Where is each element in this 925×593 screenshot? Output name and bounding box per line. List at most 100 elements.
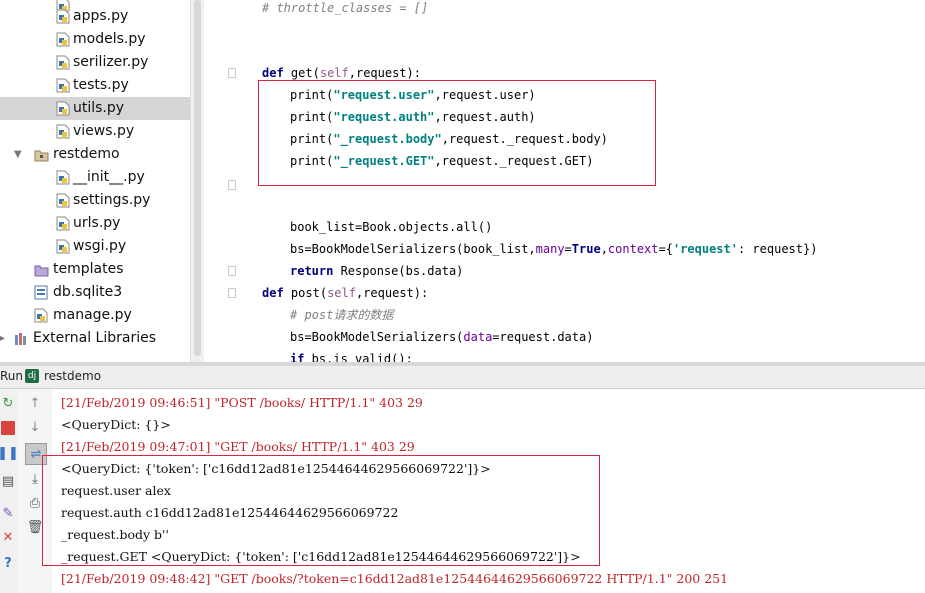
tree-item-label: manage.py bbox=[53, 307, 132, 323]
arrow-up-icon[interactable]: ↑ bbox=[27, 395, 43, 411]
code-line-def-post: def post(self,request): bbox=[262, 286, 429, 300]
python-file-icon bbox=[56, 101, 70, 116]
tree-item-wsgi[interactable]: wsgi.py bbox=[0, 235, 190, 258]
fold-marker-icon[interactable] bbox=[228, 68, 236, 78]
keyword: return bbox=[290, 264, 334, 278]
code-part: bs.is_valid(): bbox=[304, 352, 413, 362]
code-line-comment: # throttle_classes = [] bbox=[262, 1, 429, 15]
tree-item-urls[interactable]: urls.py bbox=[0, 212, 190, 235]
code-line-return: return Response(bs.data) bbox=[290, 261, 463, 281]
tree-item-manage[interactable]: manage.py bbox=[0, 304, 190, 327]
highlight-box-code bbox=[258, 80, 656, 186]
close-icon[interactable]: ✕ bbox=[0, 529, 16, 545]
tree-item-label: models.py bbox=[73, 31, 146, 47]
python-file-icon bbox=[56, 9, 70, 24]
python-file-icon bbox=[34, 308, 48, 323]
console-line: [21/Feb/2019 09:48:42] "GET /books/?toke… bbox=[61, 571, 729, 586]
code-editor[interactable]: # throttle_classes = [] def get(self,req… bbox=[204, 0, 925, 362]
fold-marker-icon[interactable] bbox=[228, 266, 236, 276]
code-part: bs=BookModelSerializers(book_list, bbox=[290, 242, 536, 256]
code-line-comment: # post请求的数据 bbox=[290, 308, 394, 322]
package-folder-icon bbox=[34, 147, 49, 162]
tree-item-views[interactable]: views.py bbox=[0, 120, 190, 143]
python-file-icon bbox=[56, 170, 70, 185]
code-part: bs=BookModelSerializers( bbox=[290, 330, 464, 344]
python-file-icon bbox=[56, 193, 70, 208]
dump-threads-icon[interactable]: ▤ bbox=[0, 473, 16, 489]
string-literal: 'request' bbox=[672, 242, 738, 256]
tree-item-external-libraries[interactable]: ▸ External Libraries bbox=[0, 327, 190, 350]
pause-icon[interactable]: ❚❚ bbox=[0, 445, 19, 461]
console-line: [21/Feb/2019 09:46:51] "POST /books/ HTT… bbox=[61, 395, 423, 410]
python-file-icon bbox=[56, 239, 70, 254]
keyword: def bbox=[262, 66, 284, 80]
param-name: data bbox=[463, 330, 493, 344]
console-line: <QueryDict: {}> bbox=[61, 417, 171, 432]
fold-marker-icon[interactable] bbox=[228, 180, 236, 190]
tree-item-init[interactable]: __init__.py bbox=[0, 166, 190, 189]
sidebar-scrollbar[interactable] bbox=[194, 0, 201, 356]
self-param: self bbox=[327, 286, 356, 300]
tree-item-label: External Libraries bbox=[33, 330, 156, 346]
tree-item-tests[interactable]: tests.py bbox=[0, 74, 190, 97]
tree-item-label: db.sqlite3 bbox=[53, 284, 123, 300]
folder-icon bbox=[34, 262, 49, 277]
keyword: def bbox=[262, 286, 284, 300]
keyword: True bbox=[571, 242, 601, 256]
param-name: many bbox=[535, 242, 565, 256]
python-file-icon bbox=[56, 55, 70, 70]
code-line-serializer-post: bs=BookModelSerializers(data=request.dat… bbox=[290, 327, 593, 347]
param-name: context bbox=[607, 242, 659, 256]
code-part: ={ bbox=[658, 242, 673, 256]
tree-item-label: serilizer.py bbox=[73, 54, 149, 70]
arrow-down-icon[interactable]: ↓ bbox=[27, 419, 43, 435]
tree-item-label: restdemo bbox=[53, 146, 120, 162]
tree-item-label: utils.py bbox=[73, 100, 125, 116]
code-line-serializer: bs=BookModelSerializers(book_list,many=T… bbox=[290, 239, 817, 259]
print-icon[interactable]: ⎙ bbox=[27, 495, 43, 511]
function-name: post bbox=[290, 286, 320, 300]
code-part: , bbox=[600, 242, 608, 256]
fold-marker-icon[interactable] bbox=[228, 288, 236, 298]
code-rest: ,request): bbox=[348, 66, 421, 80]
run-label: Run bbox=[0, 369, 24, 383]
run-config-tab[interactable]: restdemo bbox=[44, 369, 101, 383]
library-icon bbox=[14, 331, 28, 346]
editor-gutter bbox=[204, 0, 236, 362]
settings-icon[interactable]: ✎ bbox=[0, 505, 16, 521]
tree-item-label: urls.py bbox=[73, 215, 121, 231]
tree-item-label: apps.py bbox=[73, 8, 129, 24]
tree-item-settings[interactable]: settings.py bbox=[0, 189, 190, 212]
rerun-icon[interactable]: ↻ bbox=[0, 395, 16, 411]
tree-item-restdemo[interactable]: ▼ restdemo bbox=[0, 143, 190, 166]
tree-item-label: views.py bbox=[73, 123, 135, 139]
tree-item-utils[interactable]: utils.py bbox=[0, 97, 190, 120]
code-part: = bbox=[564, 242, 572, 256]
tree-item-templates[interactable]: templates bbox=[0, 258, 190, 281]
tree-item-label: __init__.py bbox=[73, 169, 145, 185]
python-file-icon bbox=[56, 216, 70, 231]
keyword: if bbox=[290, 352, 305, 362]
help-icon[interactable]: ? bbox=[0, 555, 16, 571]
code-line-if: if bs.is_valid(): bbox=[290, 349, 413, 362]
python-file-icon bbox=[56, 32, 70, 47]
tree-item-apps[interactable]: apps.py bbox=[0, 5, 190, 28]
tree-item-serilizer[interactable]: serilizer.py bbox=[0, 51, 190, 74]
project-tree: apps.py models.py serilizer.py tests.py … bbox=[0, 0, 190, 362]
tree-item-label: templates bbox=[53, 261, 124, 277]
tree-item-label: wsgi.py bbox=[73, 238, 127, 254]
code-part: =request.data) bbox=[492, 330, 594, 344]
trash-icon[interactable]: 🗑 bbox=[27, 519, 44, 535]
chevron-down-icon[interactable]: ▼ bbox=[14, 143, 22, 166]
chevron-right-icon[interactable]: ▸ bbox=[0, 327, 5, 350]
code-line-book-list: book_list=Book.objects.all() bbox=[290, 220, 493, 234]
tree-item-db[interactable]: db.sqlite3 bbox=[0, 281, 190, 304]
self-param: self bbox=[319, 66, 349, 80]
highlight-box-console bbox=[42, 455, 600, 566]
stop-icon[interactable] bbox=[1, 421, 15, 435]
tree-item-label: settings.py bbox=[73, 192, 151, 208]
run-toolbar: Run dj restdemo bbox=[0, 366, 925, 389]
python-file-icon bbox=[56, 124, 70, 139]
scroll-to-end-icon[interactable]: ⤓ bbox=[27, 471, 43, 487]
tree-item-models[interactable]: models.py bbox=[0, 28, 190, 51]
